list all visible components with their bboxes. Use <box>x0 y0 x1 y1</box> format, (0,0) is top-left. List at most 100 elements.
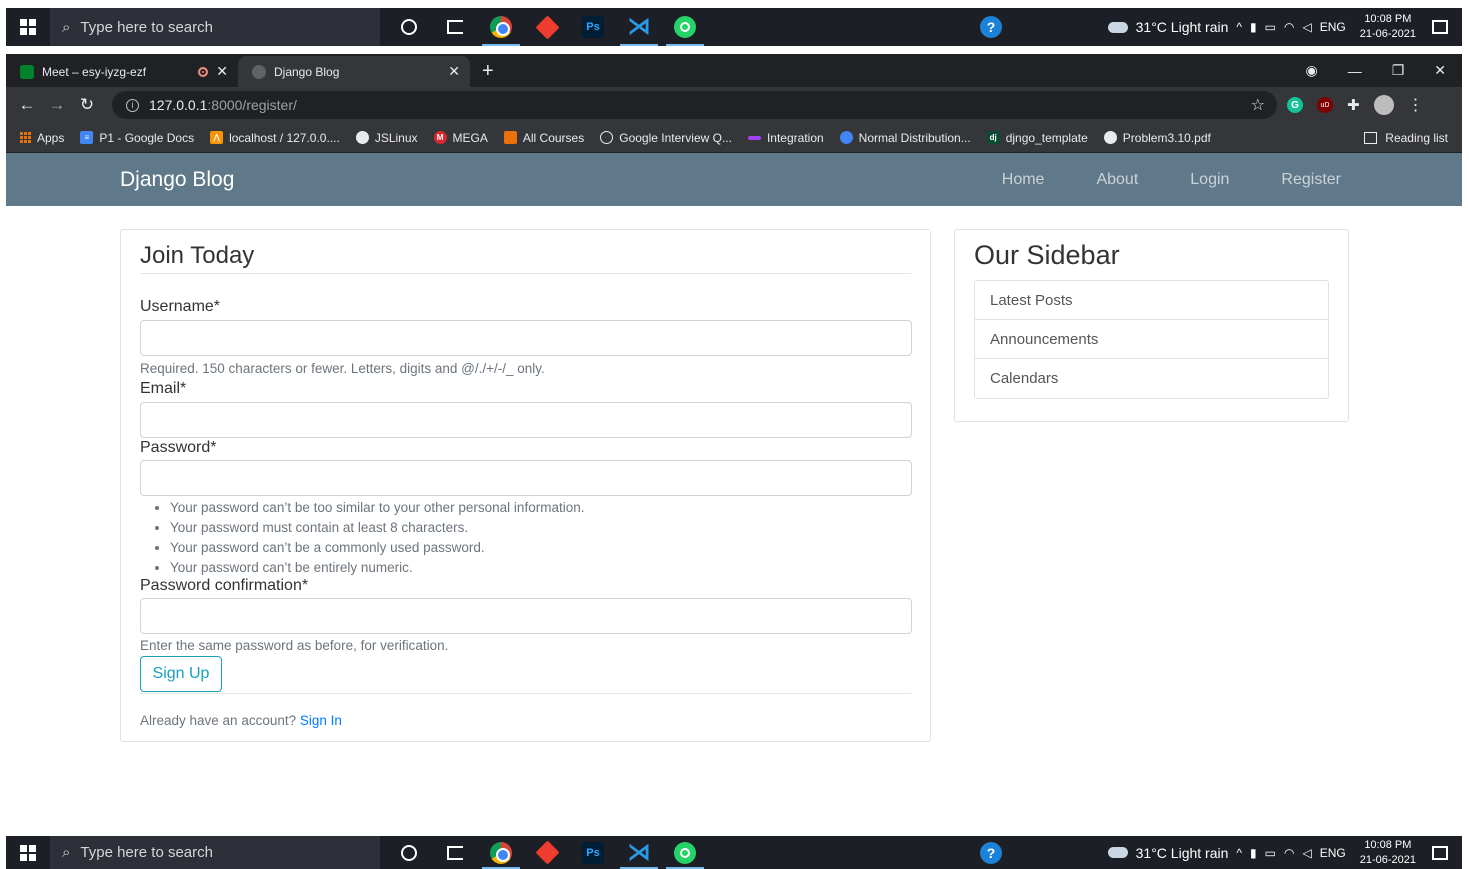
start-button[interactable] <box>6 8 50 46</box>
email-label: Email* <box>140 380 187 397</box>
email-input[interactable] <box>140 402 912 438</box>
sign-up-button[interactable]: Sign Up <box>140 656 222 692</box>
photoshop-icon[interactable]: Ps <box>570 836 616 869</box>
bookmark-label: Normal Distribution... <box>858 130 971 145</box>
address-bar[interactable]: i 127.0.0.1:8000/register/ ☆ <box>112 91 1277 119</box>
microphone-icon[interactable]: ▮ <box>1250 846 1257 860</box>
sidebar-item-calendars[interactable]: Calendars <box>975 359 1328 398</box>
windows-icon <box>20 19 36 35</box>
new-tab-button[interactable]: + <box>470 60 506 87</box>
bookmark-star-icon[interactable]: ☆ <box>1251 95 1265 115</box>
system-tray: 31°C Light rain ^ ▮ ▭ ◠ ◁ ENG 10:08 PM 2… <box>1107 836 1462 869</box>
cortana-icon[interactable] <box>386 8 432 46</box>
whatsapp-icon[interactable] <box>662 836 708 869</box>
speaker-icon[interactable]: ◁ <box>1302 846 1311 860</box>
notification-icon[interactable] <box>1432 845 1448 860</box>
help-icon[interactable]: ? <box>980 841 1002 864</box>
bookmark-google-docs[interactable]: ≡ P1 - Google Docs <box>80 131 194 145</box>
restore-icon[interactable]: ❐ <box>1392 62 1405 79</box>
search-icon: ⌕ <box>62 18 71 36</box>
close-icon[interactable]: ✕ <box>216 63 228 80</box>
taskbar-search[interactable]: ⌕ Type here to search <box>50 8 380 46</box>
tab-strip: Meet – esy-iyzg-ezf ✕ Django Blog ✕ + ◉ … <box>6 54 1462 87</box>
site-navbar: Django Blog Home About Login Register <box>6 153 1462 206</box>
bookmark-normal-distribution[interactable]: Normal Distribution... <box>839 130 971 145</box>
username-label: Username* <box>140 298 221 315</box>
close-icon[interactable]: ✕ <box>448 63 460 80</box>
chevron-up-icon[interactable]: ^ <box>1236 20 1242 34</box>
password-confirm-help: Enter the same password as before, for v… <box>140 638 449 653</box>
clock-time: 10:08 PM <box>1364 838 1412 851</box>
language-indicator[interactable]: ENG <box>1320 846 1346 860</box>
task-view-icon[interactable] <box>432 836 478 869</box>
already-text: Already have an account? <box>140 713 297 728</box>
nav-register[interactable]: Register <box>1281 171 1341 189</box>
taskbar-search-placeholder: Type here to search <box>80 844 213 861</box>
chevron-up-icon[interactable]: ^ <box>1236 846 1242 860</box>
bookmark-integration[interactable]: Integration <box>747 131 824 145</box>
bookmark-all-courses[interactable]: All Courses <box>503 131 584 145</box>
password-confirm-input[interactable] <box>140 598 912 634</box>
vscode-icon[interactable]: ⋊ <box>616 836 662 869</box>
git-icon[interactable] <box>524 8 570 46</box>
reading-list-button[interactable]: Reading list <box>1364 131 1448 145</box>
grammarly-icon[interactable]: G <box>1287 97 1303 113</box>
nav-about[interactable]: About <box>1096 171 1138 189</box>
chrome-icon[interactable] <box>478 836 524 869</box>
clock[interactable]: 10:08 PM 21-06-2021 <box>1360 12 1416 42</box>
photoshop-icon[interactable]: Ps <box>570 8 616 46</box>
battery-icon[interactable]: ▭ <box>1265 846 1276 860</box>
username-input[interactable] <box>140 320 912 356</box>
minimize-icon[interactable]: — <box>1348 63 1362 79</box>
circle-icon <box>600 131 614 144</box>
task-view-icon[interactable] <box>432 8 478 46</box>
sidebar-item-announcements[interactable]: Announcements <box>975 320 1328 359</box>
window-close-icon[interactable]: ✕ <box>1434 62 1446 79</box>
bookmark-problem-pdf[interactable]: Problem3.10.pdf <box>1103 131 1211 145</box>
nav-login[interactable]: Login <box>1190 171 1229 189</box>
form-footer-divider <box>140 693 911 694</box>
info-icon[interactable]: i <box>126 98 139 112</box>
tab-search-icon[interactable]: ◉ <box>1305 62 1317 79</box>
bookmark-mega[interactable]: M MEGA <box>433 131 488 145</box>
bookmark-google-interview[interactable]: Google Interview Q... <box>600 131 732 145</box>
git-icon[interactable] <box>524 836 570 869</box>
microphone-icon[interactable]: ▮ <box>1250 20 1257 34</box>
bookmark-label: localhost / 127.0.0.... <box>229 130 340 145</box>
bookmark-phpmyadmin[interactable]: ⋀ localhost / 127.0.0.... <box>210 131 340 145</box>
ublock-icon[interactable]: uD <box>1317 97 1333 113</box>
whatsapp-icon[interactable] <box>662 8 708 46</box>
help-icon[interactable]: ? <box>980 16 1002 38</box>
speaker-icon[interactable]: ◁ <box>1302 20 1311 34</box>
sign-in-link[interactable]: Sign In <box>300 713 342 728</box>
site-brand[interactable]: Django Blog <box>120 168 234 192</box>
reload-icon[interactable]: ↻ <box>72 95 102 115</box>
start-button[interactable] <box>6 836 50 869</box>
back-icon[interactable]: ← <box>12 95 42 115</box>
wifi-icon[interactable]: ◠ <box>1284 846 1294 860</box>
language-indicator[interactable]: ENG <box>1320 20 1346 34</box>
wifi-icon[interactable]: ◠ <box>1284 20 1294 34</box>
bookmark-apps[interactable]: Apps <box>20 131 64 145</box>
chrome-icon[interactable] <box>478 8 524 46</box>
extensions-icon[interactable]: ✚ <box>1347 96 1360 114</box>
password-input[interactable] <box>140 460 912 496</box>
vscode-icon[interactable]: ⋊ <box>616 8 662 46</box>
taskbar-search[interactable]: ⌕ Type here to search <box>50 836 380 869</box>
battery-icon[interactable]: ▭ <box>1265 20 1276 34</box>
cortana-icon[interactable] <box>386 836 432 869</box>
profile-avatar[interactable] <box>1373 95 1394 115</box>
sidebar-item-latest-posts[interactable]: Latest Posts <box>975 281 1328 320</box>
notification-icon[interactable] <box>1432 20 1448 34</box>
tab-django-blog[interactable]: Django Blog ✕ <box>238 56 470 87</box>
bookmark-jslinux[interactable]: JSLinux <box>355 131 418 145</box>
bookmark-django-template[interactable]: dj djngo_template <box>986 131 1088 145</box>
forward-icon[interactable]: → <box>42 95 72 115</box>
menu-icon[interactable]: ⋮ <box>1408 95 1434 115</box>
weather-text[interactable]: 31°C Light rain <box>1136 845 1229 861</box>
weather-text[interactable]: 31°C Light rain <box>1136 19 1229 35</box>
clock[interactable]: 10:08 PM 21-06-2021 <box>1360 838 1416 868</box>
nav-home[interactable]: Home <box>1002 171 1045 189</box>
url-host: 127.0.0.1 <box>149 97 208 113</box>
tab-meet[interactable]: Meet – esy-iyzg-ezf ✕ <box>6 56 238 87</box>
